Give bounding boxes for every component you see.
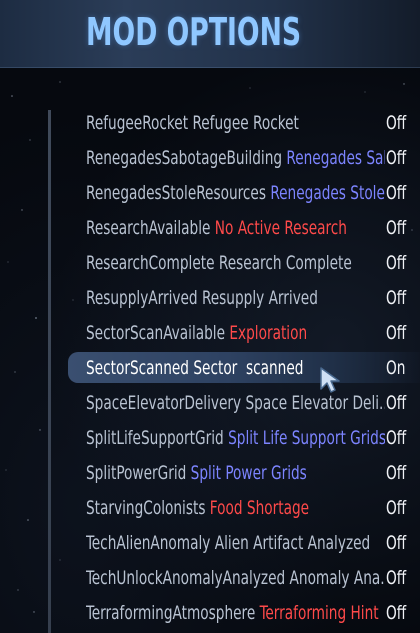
option-name: ResearchComplete Research Complete — [86, 251, 385, 275]
option-value-toggle[interactable]: Off — [386, 146, 406, 170]
option-row[interactable]: SpaceElevatorDelivery Space Elevator Del… — [0, 385, 420, 420]
option-id: StarvingColonists — [86, 497, 206, 519]
option-row[interactable]: TerraformingAtmosphere Terraforming Hint… — [0, 595, 420, 630]
option-id: RefugeeRocket — [86, 112, 189, 134]
option-value-toggle[interactable]: Off — [386, 601, 406, 625]
option-value-toggle[interactable]: Off — [386, 286, 406, 310]
option-row[interactable]: SectorScanned Sector scanned On — [0, 350, 420, 385]
option-id: ResearchComplete — [86, 252, 215, 274]
option-row[interactable]: ResearchAvailable No Active Research Off — [0, 210, 420, 245]
option-name: SplitPowerGrid Split Power Grids — [86, 461, 385, 485]
option-value-toggle[interactable]: Off — [386, 461, 406, 485]
mod-options-screen: MOD OPTIONS RefugeeRocket Refugee Rocket… — [0, 0, 420, 633]
option-label: Split Power Grids — [190, 462, 307, 484]
option-id: TechAlienAnomaly — [86, 532, 211, 554]
option-row[interactable]: TechAlienAnomaly Alien Artifact Analyzed… — [0, 525, 420, 560]
option-id: RenegadesStoleResources — [86, 182, 266, 204]
option-row[interactable]: SplitPowerGrid Split Power Grids Off — [0, 455, 420, 490]
option-name: RenegadesStoleResources Renegades Stole — [86, 181, 385, 205]
option-label: Alien Artifact Analyzed — [214, 532, 371, 554]
option-id: SplitLifeSupportGrid — [86, 427, 224, 449]
option-name: ResupplyArrived Resupply Arrived — [86, 286, 385, 310]
option-name: TechUnlockAnomalyAnalyzed Anomaly Ana... — [86, 566, 385, 590]
option-id: SectorScanned — [86, 357, 189, 379]
option-value-toggle[interactable]: Off — [386, 111, 406, 135]
option-value-toggle[interactable]: Off — [386, 391, 406, 415]
option-label: Refugee Rocket — [192, 112, 299, 134]
options-list: RefugeeRocket Refugee Rocket Off Renegades… — [0, 105, 420, 630]
option-name: SectorScanAvailable Exploration — [86, 321, 385, 345]
option-row[interactable]: SectorScanAvailable Exploration Off — [0, 315, 420, 350]
option-row[interactable]: StarvingColonists Food Shortage Off — [0, 490, 420, 525]
option-label: Resupply Arrived — [201, 287, 318, 309]
option-label: Space Elevator Deli... — [245, 392, 385, 414]
option-name: TerraformingAtmosphere Terraforming Hint — [86, 601, 385, 625]
option-label: No Active Research — [214, 217, 347, 239]
header-bar: MOD OPTIONS — [0, 0, 420, 68]
option-name: StarvingColonists Food Shortage — [86, 496, 385, 520]
option-label: Renegades Stole — [270, 182, 385, 204]
option-value-toggle[interactable]: Off — [386, 251, 406, 275]
option-id: RenegadesSabotageBuilding — [86, 147, 283, 169]
arrow-cursor-icon — [320, 367, 340, 393]
option-value-toggle[interactable]: Off — [386, 496, 406, 520]
option-value-toggle[interactable]: Off — [386, 426, 406, 450]
option-label: Split Life Support Grids — [228, 427, 385, 449]
option-label: Exploration — [229, 322, 308, 344]
option-name: TechAlienAnomaly Alien Artifact Analyzed — [86, 531, 385, 555]
option-label: Terraforming Hint — [259, 602, 379, 624]
option-value-toggle[interactable]: Off — [386, 321, 406, 345]
option-name: ResearchAvailable No Active Research — [86, 216, 385, 240]
option-label: Renegades Sab — [286, 147, 385, 169]
page-title: MOD OPTIONS — [86, 10, 302, 54]
option-row[interactable]: ResupplyArrived Resupply Arrived Off — [0, 280, 420, 315]
option-label: Research Complete — [218, 252, 352, 274]
option-id: SplitPowerGrid — [86, 462, 187, 484]
option-name: RenegadesSabotageBuilding Renegades Sab — [86, 146, 385, 170]
option-id: TerraformingAtmosphere — [86, 602, 256, 624]
option-id: ResupplyArrived — [86, 287, 198, 309]
option-value-toggle[interactable]: Off — [386, 181, 406, 205]
option-row[interactable]: RefugeeRocket Refugee Rocket Off — [0, 105, 420, 140]
option-value-toggle[interactable]: Off — [386, 531, 406, 555]
option-value-toggle[interactable]: Off — [386, 216, 406, 240]
option-id: SectorScanAvailable — [86, 322, 226, 344]
option-id: TechUnlockAnomalyAnalyzed — [86, 567, 286, 589]
option-label: Food Shortage — [209, 497, 310, 519]
option-value-toggle[interactable]: On — [386, 356, 405, 380]
option-row[interactable]: TechUnlockAnomalyAnalyzed Anomaly Ana...… — [0, 560, 420, 595]
option-row[interactable]: RenegadesStoleResources Renegades Stole O… — [0, 175, 420, 210]
option-value-toggle[interactable]: Off — [386, 566, 406, 590]
option-id: SpaceElevatorDelivery — [86, 392, 242, 414]
option-label: Sector scanned — [193, 357, 304, 379]
option-row[interactable]: ResearchComplete Research Complete Off — [0, 245, 420, 280]
option-row[interactable]: RenegadesSabotageBuilding Renegades Sab O… — [0, 140, 420, 175]
option-name: RefugeeRocket Refugee Rocket — [86, 111, 385, 135]
option-label: Anomaly Ana... — [289, 567, 385, 589]
option-row[interactable]: SplitLifeSupportGrid Split Life Support … — [0, 420, 420, 455]
option-name: SplitLifeSupportGrid Split Life Support … — [86, 426, 385, 450]
option-id: ResearchAvailable — [86, 217, 211, 239]
